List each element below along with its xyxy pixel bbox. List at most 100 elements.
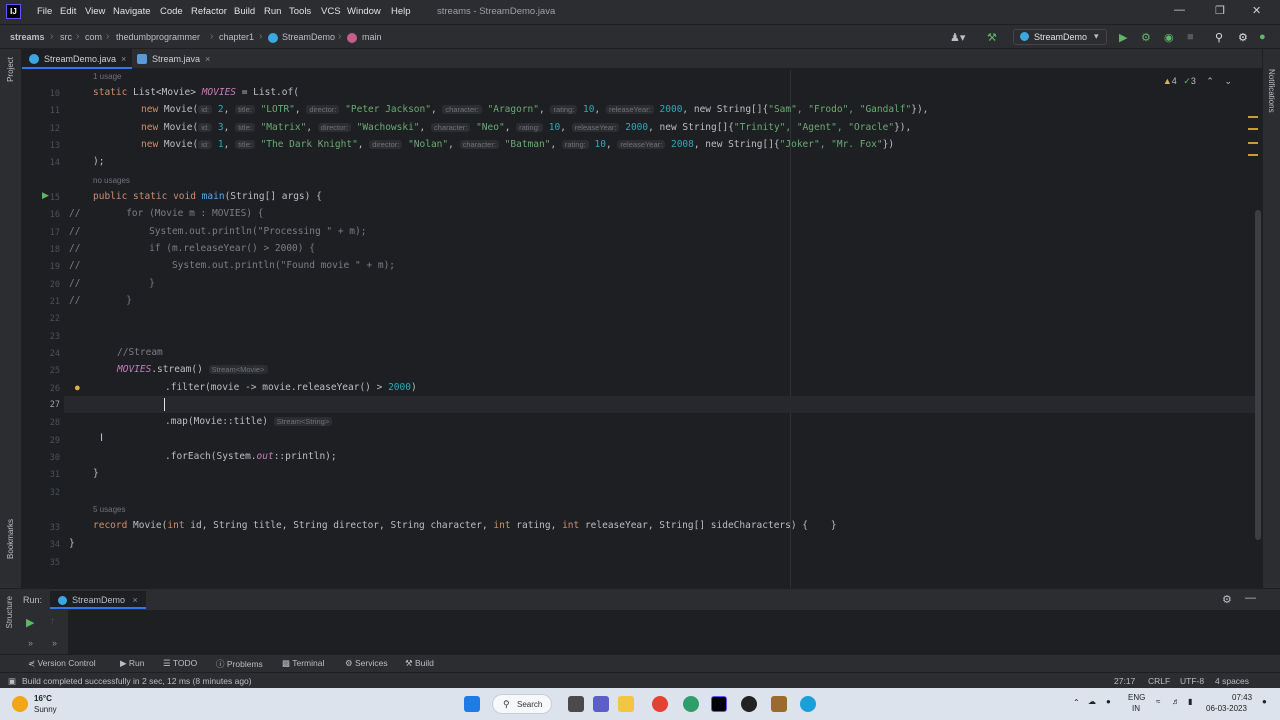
user-icon[interactable]: ♟▾ [950, 31, 965, 44]
status-icon: ▣ [8, 676, 17, 686]
version-control-button[interactable]: ⋞ Version Control [28, 658, 96, 669]
more-icon[interactable]: » [52, 638, 57, 648]
lightbulb-icon[interactable]: ● [74, 382, 81, 394]
code-editor[interactable]: ▲4 ✓3 ⌃ ⌄ 10 11 12 13 14 15 16 17 18 19 … [22, 70, 1262, 588]
run-tab-streamdemo[interactable]: StreamDemo × [50, 591, 146, 609]
close-tab-icon[interactable]: × [133, 595, 138, 605]
breadcrumb-src[interactable]: src [60, 32, 72, 42]
usage-hint[interactable]: 5 usages [93, 505, 125, 514]
menu-window[interactable]: Window [347, 6, 381, 17]
clock-date[interactable]: 06-03-2023 [1206, 704, 1247, 713]
hammer-icon[interactable]: ⚒ [987, 31, 997, 44]
breadcrumb-com[interactable]: com [85, 32, 102, 42]
close-icon[interactable]: ✕ [1252, 4, 1261, 17]
bookmarks-tool-button[interactable]: Bookmarks [6, 519, 15, 559]
menu-build[interactable]: Build [234, 6, 255, 17]
menu-refactor[interactable]: Refactor [191, 6, 227, 17]
close-tab-icon[interactable]: × [205, 54, 210, 64]
task-view-icon[interactable] [568, 696, 584, 712]
usage-hint[interactable]: 1 usage [93, 72, 121, 81]
cloud-icon[interactable]: ☁ [1088, 697, 1096, 706]
vertical-scrollbar[interactable] [1255, 210, 1261, 540]
rerun-icon[interactable]: ▶ [26, 616, 34, 629]
intellij-icon[interactable] [711, 696, 727, 712]
language-secondary[interactable]: IN [1132, 704, 1140, 713]
tab-stream[interactable]: Stream.java × [130, 49, 216, 69]
project-tool-button[interactable]: Project [6, 57, 15, 82]
menu-run[interactable]: Run [264, 6, 281, 17]
battery-icon[interactable]: ▮ [1188, 697, 1192, 706]
chevron-up-icon[interactable]: ⌃ [1073, 698, 1080, 707]
run-icon[interactable]: ▶ [1119, 31, 1127, 44]
stop-icon[interactable]: ■ [1187, 31, 1194, 43]
file-encoding[interactable]: UTF-8 [1180, 676, 1204, 686]
breadcrumb-chapter[interactable]: chapter1 [219, 32, 254, 42]
minimize-icon[interactable]: — [1174, 4, 1185, 16]
github-icon[interactable] [741, 696, 757, 712]
pin-icon[interactable]: ↑ [50, 616, 55, 627]
terminal-tool-button[interactable]: ▩ Terminal [282, 658, 324, 669]
app-icon[interactable] [771, 696, 787, 712]
search-icon[interactable]: ⚲ [1215, 31, 1223, 44]
windows-start-icon[interactable] [464, 696, 480, 712]
breadcrumb-method[interactable]: main [362, 32, 382, 42]
gear-icon[interactable]: ⚙ [1238, 31, 1248, 44]
microphone-icon[interactable]: ● [1106, 697, 1111, 706]
error-stripe-marker[interactable] [1248, 154, 1258, 156]
usage-hint[interactable]: no usages [93, 176, 130, 185]
menu-view[interactable]: View [85, 6, 105, 17]
menu-vcs[interactable]: VCS [321, 6, 341, 17]
edge-icon[interactable] [800, 696, 816, 712]
chrome-icon[interactable] [652, 696, 668, 712]
tab-streamdemo[interactable]: StreamDemo.java × [22, 49, 133, 69]
close-tab-icon[interactable]: × [121, 54, 126, 64]
debug-icon[interactable]: ⚙ [1141, 31, 1151, 44]
teams-icon[interactable] [593, 696, 609, 712]
language-primary[interactable]: ENG [1128, 693, 1145, 702]
run-configuration-select[interactable]: StreamDemo ▾ [1013, 29, 1107, 45]
maximize-icon[interactable]: ❐ [1215, 4, 1225, 17]
services-tool-button[interactable]: ⚙ Services [345, 658, 388, 669]
file-explorer-icon[interactable] [618, 696, 634, 712]
menu-edit[interactable]: Edit [60, 6, 76, 17]
gear-icon[interactable]: ⚙ [1222, 593, 1232, 606]
menu-tools[interactable]: Tools [289, 6, 311, 17]
error-stripe-marker[interactable] [1248, 142, 1258, 144]
breadcrumb-project[interactable]: streams [10, 32, 45, 42]
notification-icon[interactable]: ● [1262, 697, 1267, 706]
breadcrumb-class[interactable]: StreamDemo [282, 32, 335, 42]
status-message[interactable]: Build completed successfully in 2 sec, 1… [22, 676, 252, 686]
menu-navigate[interactable]: Navigate [113, 6, 151, 17]
menu-file[interactable]: File [37, 6, 52, 17]
run-gutter-icon[interactable]: ▶ [42, 190, 49, 201]
weather-desc[interactable]: Sunny [34, 705, 57, 714]
build-tool-button[interactable]: ⚒ Build [405, 658, 434, 669]
inspection-widget[interactable]: ▲4 ✓3 ⌃ ⌄ [1163, 76, 1232, 87]
menu-help[interactable]: Help [391, 6, 411, 17]
chevron-up-icon[interactable]: ⌃ [1206, 76, 1214, 86]
todo-tool-button[interactable]: ☰ TODO [163, 658, 197, 669]
hide-panel-icon[interactable]: — [1245, 592, 1256, 604]
notifications-tool-button[interactable]: Notifications [1267, 69, 1276, 113]
coverage-icon[interactable]: ◉ [1164, 31, 1174, 44]
problems-tool-button[interactable]: ⓘ Problems [216, 658, 263, 670]
run-console[interactable] [0, 610, 1280, 654]
caret-position[interactable]: 27:17 [1114, 676, 1135, 686]
more-icon[interactable]: » [28, 638, 33, 648]
error-stripe-marker[interactable] [1248, 116, 1258, 118]
volume-icon[interactable]: ♬ [1172, 697, 1180, 706]
menu-code[interactable]: Code [160, 6, 183, 17]
taskbar-search[interactable]: ⚲ Search [492, 694, 552, 714]
clock-time[interactable]: 07:43 [1232, 693, 1252, 702]
structure-tool-button[interactable]: Structure [5, 596, 14, 628]
app-icon[interactable] [683, 696, 699, 712]
error-stripe-marker[interactable] [1248, 128, 1258, 130]
chevron-down-icon[interactable]: ⌄ [1224, 76, 1232, 86]
update-icon[interactable]: ● [1259, 31, 1266, 43]
weather-temp[interactable]: 16°C [34, 694, 52, 703]
breadcrumb-package[interactable]: thedumbprogrammer [116, 32, 200, 42]
wifi-icon[interactable]: ≈ [1156, 697, 1160, 706]
line-separator[interactable]: CRLF [1148, 676, 1170, 686]
indent-setting[interactable]: 4 spaces [1215, 676, 1249, 686]
run-tool-button[interactable]: ▶ Run [120, 658, 145, 669]
